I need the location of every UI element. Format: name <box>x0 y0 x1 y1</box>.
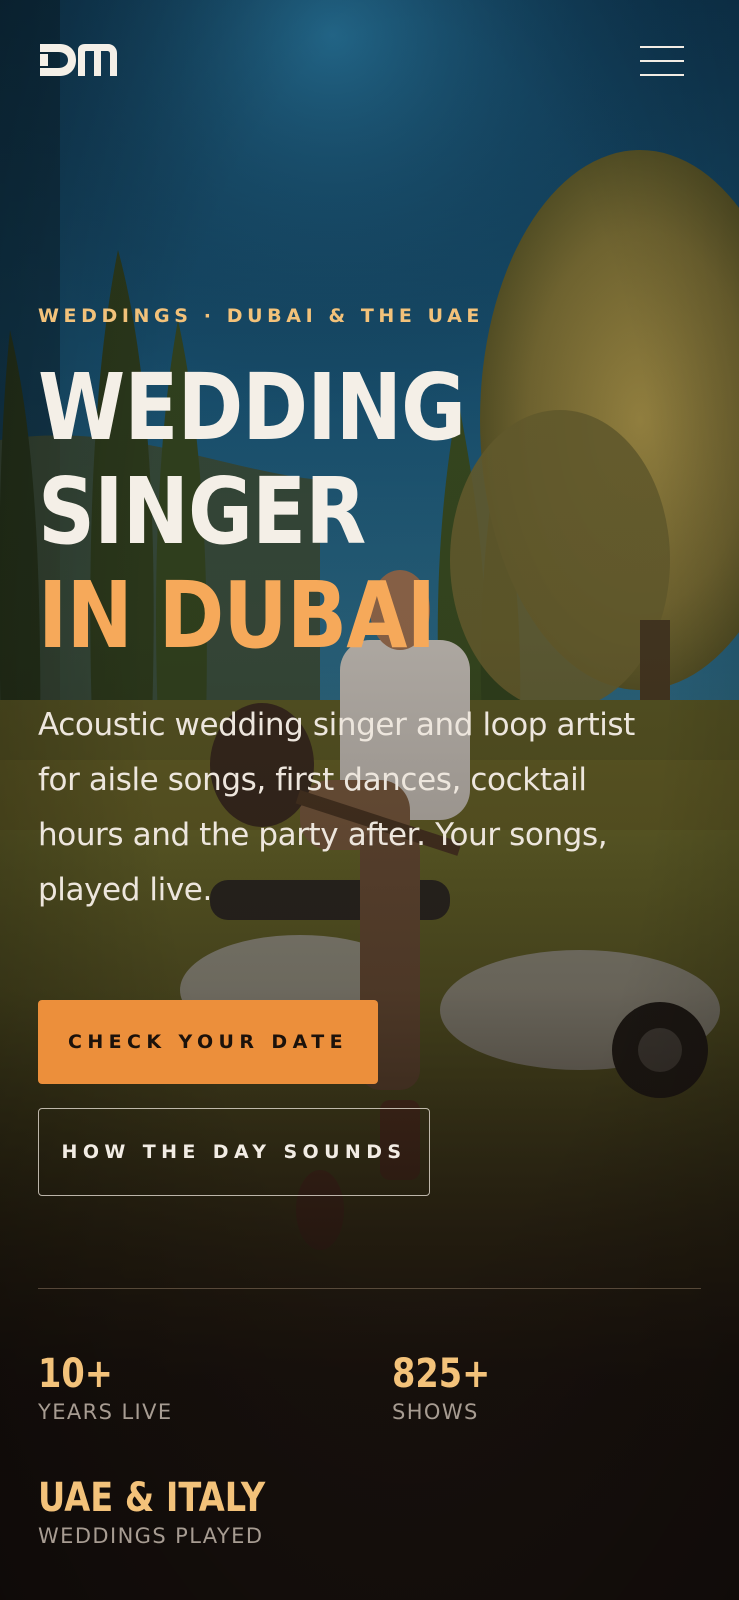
hero-page: DM WEDDINGS · DUBAI & THE UAE WEDDING SI… <box>0 0 739 1600</box>
stat-label: SHOWS <box>392 1400 479 1424</box>
stat-value: 825+ <box>392 1351 491 1397</box>
divider <box>38 1288 701 1289</box>
stat-value: 10+ <box>38 1351 113 1397</box>
hero-content: WEDDINGS · DUBAI & THE UAE WEDDING SINGE… <box>38 300 718 918</box>
how-the-day-sounds-button[interactable]: HOW THE DAY SOUNDS <box>38 1108 430 1196</box>
check-your-date-button[interactable]: CHECK YOUR DATE <box>38 1000 378 1084</box>
stat-years-live: 10+ YEARS LIVE <box>38 1350 173 1424</box>
hero-eyebrow: WEDDINGS · DUBAI & THE UAE <box>38 305 485 327</box>
title-main: WEDDING SINGER <box>38 354 466 565</box>
dm-logo-icon: DM <box>40 44 117 76</box>
page-title: WEDDING SINGER IN DUBAI <box>38 356 485 668</box>
hamburger-menu-icon[interactable] <box>638 44 686 80</box>
menu-line <box>640 74 684 76</box>
title-accent: IN DUBAI <box>38 562 436 669</box>
stat-shows: 825+ SHOWS <box>392 1350 509 1424</box>
menu-line <box>640 46 684 48</box>
site-header: DM <box>0 0 739 120</box>
dm-logo-link[interactable]: DM <box>38 40 120 80</box>
stat-value: UAE & ITALY <box>38 1475 266 1521</box>
hero-description: Acoustic wedding singer and loop artist … <box>38 707 635 908</box>
stat-label: WEDDINGS PLAYED <box>38 1524 264 1548</box>
stat-label: YEARS LIVE <box>38 1400 173 1424</box>
stat-weddings-played: UAE & ITALY WEDDINGS PLAYED <box>38 1474 309 1548</box>
menu-line <box>640 60 684 62</box>
